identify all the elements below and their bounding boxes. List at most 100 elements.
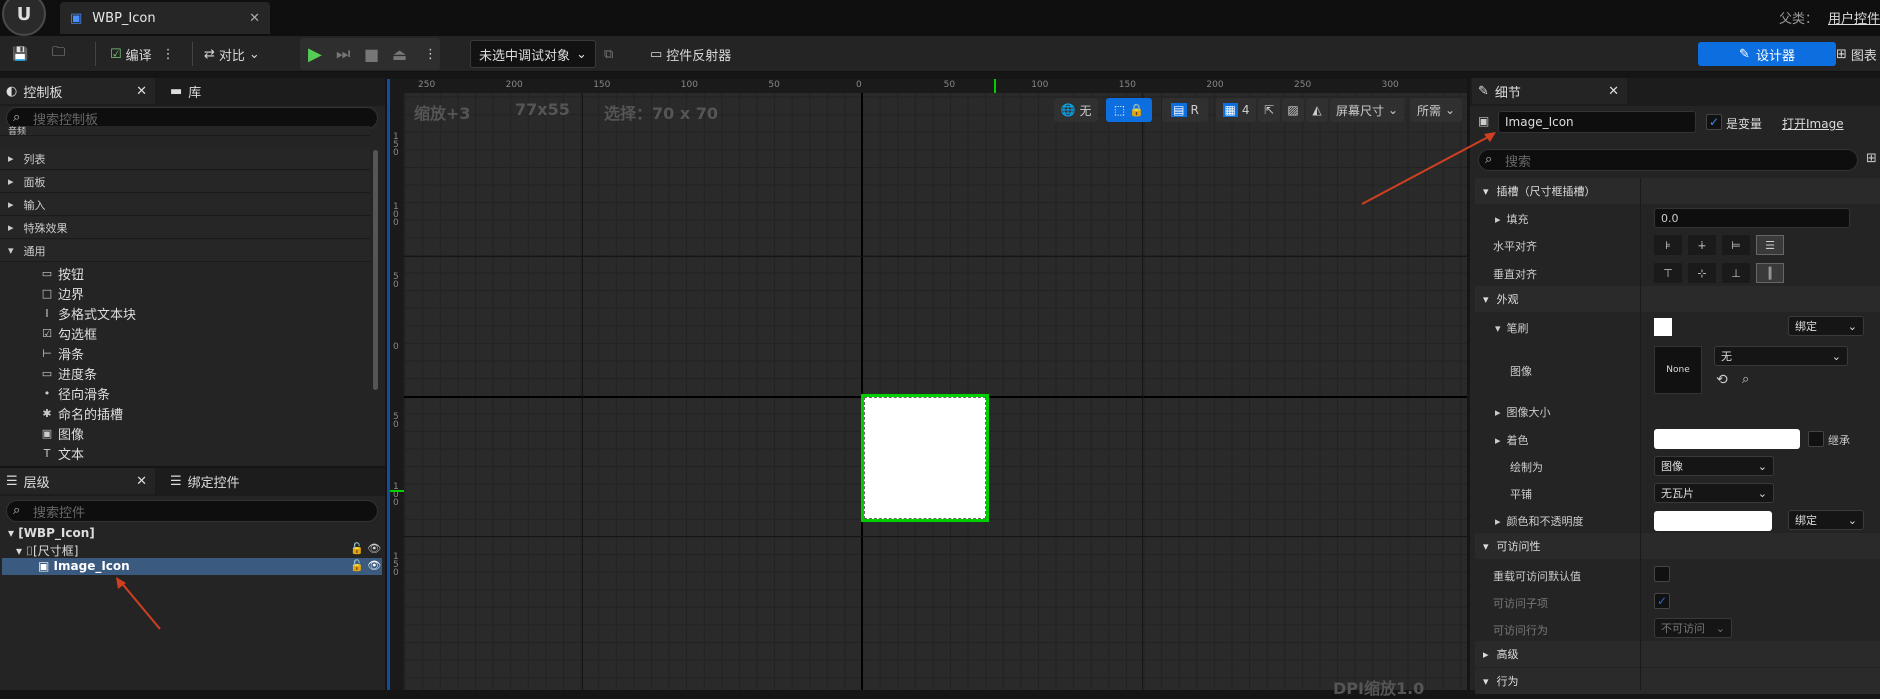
appearance-section[interactable]: ▾ 外观 xyxy=(1475,286,1880,312)
image-lock-visibility[interactable]: 🔓 👁 xyxy=(350,559,381,572)
desired-size-dropdown[interactable]: 所需 ⌄ xyxy=(1410,98,1462,122)
close-icon[interactable]: ✕ xyxy=(1608,84,1619,99)
category-audio[interactable]: 音频 xyxy=(0,126,370,136)
image-preview-icon[interactable]: ▨ xyxy=(1282,98,1304,122)
brush-label[interactable]: ▾ 笔刷 xyxy=(1495,320,1529,336)
selection-dashed-outline xyxy=(864,397,986,519)
v-align-bottom-icon[interactable]: ⊥ xyxy=(1722,263,1750,283)
tab-library[interactable]: ▬ 库 xyxy=(164,78,201,104)
category-panel[interactable]: ▸ 面板 xyxy=(0,171,370,193)
v-align-center-icon[interactable]: ⊹ xyxy=(1688,263,1716,283)
debug-object-select[interactable]: 未选中调试对象 ⌄ xyxy=(470,40,596,68)
override-access-checkbox[interactable] xyxy=(1654,566,1670,582)
palette-item[interactable]: ✱ 命名的插槽 xyxy=(40,403,123,423)
color-opacity-label[interactable]: ▸ 颜色和不透明度 xyxy=(1495,513,1584,529)
padding-label[interactable]: ▸ 填充 xyxy=(1495,211,1529,227)
open-image-link[interactable]: 打开Image xyxy=(1782,115,1844,132)
ruler-tick-label: 150 xyxy=(593,80,611,90)
designer-canvas[interactable] xyxy=(387,79,1467,690)
advanced-section[interactable]: ▸ 高级 xyxy=(1475,641,1880,667)
close-tab-icon[interactable]: ✕ xyxy=(249,11,260,26)
browse-icon[interactable]: 🗀 xyxy=(52,41,65,67)
palette-item[interactable]: ▭ 进度条 xyxy=(40,363,97,383)
accessibility-section[interactable]: ▾ 可访问性 xyxy=(1475,533,1880,559)
tint-color-swatch[interactable] xyxy=(1654,429,1800,449)
draw-as-dropdown[interactable]: 图像 ⌄ xyxy=(1654,456,1774,476)
is-variable-checkbox[interactable]: ✓ xyxy=(1706,114,1722,130)
snap-lock-button[interactable]: ⬚ 🔒 xyxy=(1106,98,1152,122)
palette-item[interactable]: Ⅰ 多格式文本块 xyxy=(40,303,136,323)
use-selected-icon[interactable]: ⟲ xyxy=(1716,372,1728,388)
parent-class-link[interactable]: 用户控件 xyxy=(1828,12,1880,27)
image-asset-dropdown[interactable]: 无 ⌄ xyxy=(1714,346,1848,366)
browse-asset-icon[interactable]: ⌕ xyxy=(1742,372,1749,387)
hierarchy-search-input[interactable]: ⌕ 搜索控件 xyxy=(6,500,378,522)
tree-size-box[interactable]: ▾ ⌷[尺寸框] xyxy=(16,542,78,559)
category-common[interactable]: ▾ 通用 xyxy=(0,240,370,262)
h-align-fill-icon[interactable]: ☰ xyxy=(1756,235,1784,255)
screen-size-dropdown[interactable]: 屏幕尺寸 ⌄ xyxy=(1330,98,1404,122)
slot-section[interactable]: ▾ 插槽（尺寸框插槽） xyxy=(1475,178,1880,204)
palette-item[interactable]: ▭ 按钮 xyxy=(40,263,84,283)
palette-item[interactable]: T 文本 xyxy=(40,443,84,463)
padding-input[interactable]: 0.0 xyxy=(1654,208,1850,228)
play-icon[interactable]: ▶ xyxy=(308,41,322,67)
tab-palette[interactable]: ◐ 控制板 ✕ xyxy=(0,78,155,104)
h-align-right-icon[interactable]: ⊨ xyxy=(1722,235,1750,255)
tiling-dropdown[interactable]: 无瓦片 ⌄ xyxy=(1654,483,1774,503)
tree-root[interactable]: ▾ [WBP_Icon] xyxy=(8,526,95,540)
compile-options-icon[interactable]: ⋮ xyxy=(162,47,175,62)
designer-mode-button[interactable]: ✎ 设计器 xyxy=(1698,42,1836,66)
close-icon[interactable]: ✕ xyxy=(136,474,147,489)
stop-icon[interactable]: ■ xyxy=(364,41,379,67)
h-align-left-icon[interactable]: ⊧ xyxy=(1654,235,1682,255)
v-align-top-icon[interactable]: ⊤ xyxy=(1654,263,1682,283)
render-toggle[interactable]: ▤ R xyxy=(1162,98,1208,122)
brush-color-swatch[interactable] xyxy=(1654,318,1672,336)
brush-bind-dropdown[interactable]: 绑定 ⌄ xyxy=(1788,316,1864,336)
palette-item[interactable]: ▣ 图像 xyxy=(40,423,84,443)
diff-button[interactable]: ⇄ 对比 ⌄ xyxy=(204,41,260,67)
tint-label[interactable]: ▸ 着色 xyxy=(1495,432,1529,448)
tab-details[interactable]: ✎ 细节 ✕ xyxy=(1472,78,1627,104)
save-icon[interactable]: 💾 xyxy=(12,41,28,67)
inherit-checkbox[interactable] xyxy=(1808,431,1824,447)
flip-icon[interactable]: ◭ xyxy=(1306,98,1328,122)
category-list[interactable]: ▸ 列表 xyxy=(0,148,370,170)
is-variable-label: 是变量 xyxy=(1726,117,1763,131)
color-bind-dropdown[interactable]: 绑定 ⌄ xyxy=(1788,510,1864,530)
localize-button[interactable]: 🌐 无 xyxy=(1054,98,1098,122)
draw-as-label: 绘制为 xyxy=(1510,461,1543,474)
cursor-icon[interactable]: ⇱ xyxy=(1258,98,1280,122)
eject-icon[interactable]: ⏏ xyxy=(392,41,407,67)
v-align-fill-icon[interactable]: ║ xyxy=(1756,263,1784,283)
size-box-lock-visibility[interactable]: 🔓 👁 xyxy=(350,542,381,555)
palette-item[interactable]: □ 边界 xyxy=(40,283,84,303)
tree-image-label[interactable]: ▣ Image_Icon xyxy=(38,559,130,573)
h-align-center-icon[interactable]: ∔ xyxy=(1688,235,1716,255)
graph-mode-button[interactable]: ⊞ 图表 xyxy=(1836,41,1880,67)
widget-name-input[interactable]: Image_Icon xyxy=(1498,111,1696,133)
widget-reflector-button[interactable]: ▭ 控件反射器 xyxy=(650,41,731,67)
palette-item[interactable]: ⊢ 滑条 xyxy=(40,343,84,363)
category-special-effects[interactable]: ▸ 特殊效果 xyxy=(0,217,370,239)
step-icon[interactable]: ⏭ xyxy=(336,41,350,67)
palette-scrollbar[interactable] xyxy=(373,150,378,390)
palette-item[interactable]: ☑ 勾选框 xyxy=(40,323,97,343)
image-thumbnail[interactable]: None xyxy=(1654,346,1702,394)
table-view-icon[interactable]: ⊞ xyxy=(1866,151,1877,166)
tab-hierarchy[interactable]: ☰ 层级 ✕ xyxy=(0,468,155,494)
palette-item[interactable]: • 径向滑条 xyxy=(40,383,110,403)
details-search-input[interactable]: ⌕ 搜索 xyxy=(1478,149,1858,171)
tab-bind-widgets[interactable]: ☰ 绑定控件 xyxy=(164,468,240,494)
close-icon[interactable]: ✕ xyxy=(136,84,147,99)
debug-browse-icon[interactable]: ⧉ xyxy=(604,41,613,67)
compile-button[interactable]: ☑ 编译 ⋮ xyxy=(110,41,175,67)
image-size-label[interactable]: ▸ 图像大小 xyxy=(1495,404,1551,420)
behavior-section[interactable]: ▾ 行为 xyxy=(1475,668,1880,694)
category-input[interactable]: ▸ 输入 xyxy=(0,194,370,216)
color-opacity-swatch[interactable] xyxy=(1654,511,1772,531)
play-options-icon[interactable]: ⋮ xyxy=(424,41,437,67)
grid-snap-button[interactable]: ▦ 4 xyxy=(1216,98,1256,122)
document-tab[interactable]: ▣ WBP_Icon ✕ xyxy=(60,2,270,34)
